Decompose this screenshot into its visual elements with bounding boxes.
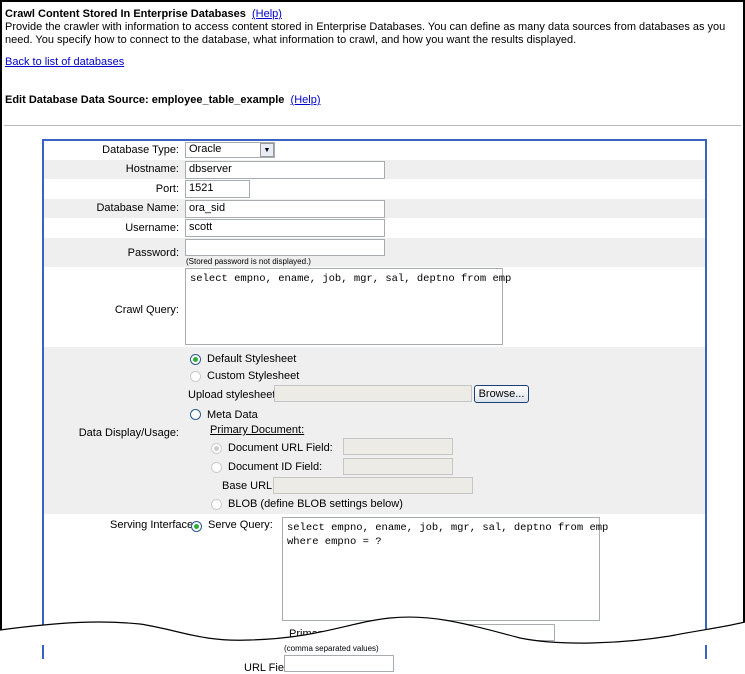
default-stylesheet-label: Default Stylesheet	[207, 353, 297, 365]
blob-label: BLOB (define BLOB settings below)	[228, 498, 403, 510]
form-panel: Database Type: Oracle ▼ Hostname: dbserv…	[42, 139, 707, 674]
default-stylesheet-radio[interactable]	[190, 354, 201, 365]
row-port: Port: 1521	[44, 179, 705, 199]
serve-query-radio[interactable]	[191, 521, 202, 532]
row-password: Password: (Stored password is not displa…	[44, 238, 705, 267]
database-type-select[interactable]: Oracle ▼	[185, 142, 275, 158]
browse-button[interactable]: Browse...	[474, 385, 529, 403]
document-url-field-label: Document URL Field:	[228, 442, 333, 454]
row-database-name: Database Name: ora_sid	[44, 199, 705, 218]
database-name-label: Database Name:	[96, 202, 179, 214]
document-id-field-label: Document ID Field:	[228, 461, 323, 473]
upload-stylesheet-label: Upload stylesheet:	[188, 389, 279, 401]
crawl-query-textarea[interactable]: select empno, ename, job, mgr, sal, dept…	[185, 268, 511, 345]
meta-data-label: Meta Data	[207, 409, 258, 421]
page-header: Crawl Content Stored In Enterprise Datab…	[5, 8, 282, 20]
help-link[interactable]: (Help)	[252, 8, 282, 20]
hostname-label: Hostname:	[125, 163, 179, 175]
custom-stylesheet-label: Custom Stylesheet	[207, 370, 300, 382]
document-url-field-radio[interactable]	[211, 443, 222, 454]
page-description: Provide the crawler with information to …	[5, 21, 726, 46]
document-id-field-radio[interactable]	[211, 462, 222, 473]
database-type-label: Database Type:	[102, 144, 179, 156]
crawl-query-label: Crawl Query:	[114, 304, 179, 316]
document-url-field-input[interactable]	[343, 438, 453, 455]
primary-document-label: Primary Document:	[210, 424, 305, 436]
serve-query-label: Serve Query:	[208, 519, 273, 531]
primary-key-fields-note: (comma separated values)	[284, 644, 379, 653]
divider	[4, 125, 741, 126]
username-input[interactable]: scott	[185, 219, 385, 237]
row-data-display: Data Display/Usage: Default Stylesheet C…	[44, 347, 705, 514]
edit-title: Edit Database Data Source: employee_tabl…	[5, 94, 285, 106]
data-display-label: Data Display/Usage:	[78, 427, 179, 439]
username-label: Username:	[125, 222, 179, 234]
password-input[interactable]	[185, 239, 385, 256]
port-label: Port:	[155, 183, 179, 195]
port-input[interactable]: 1521	[185, 180, 250, 198]
base-url-input[interactable]	[273, 477, 473, 494]
row-database-type: Database Type: Oracle ▼	[44, 141, 705, 160]
upload-stylesheet-input[interactable]	[274, 385, 472, 402]
page-title: Crawl Content Stored In Enterprise Datab…	[5, 8, 246, 20]
meta-data-radio[interactable]	[190, 409, 201, 420]
serving-interface-label: Serving Interface:	[110, 519, 197, 531]
row-hostname: Hostname: dbserver	[44, 160, 705, 179]
blob-radio[interactable]	[211, 499, 222, 510]
database-name-input[interactable]: ora_sid	[185, 200, 385, 218]
password-label: Password:	[127, 247, 179, 259]
url-field-input[interactable]	[284, 655, 394, 672]
custom-stylesheet-radio[interactable]	[190, 371, 201, 382]
edit-help-link[interactable]: (Help)	[291, 94, 321, 106]
base-url-label: Base URL	[222, 480, 273, 492]
chevron-down-icon[interactable]: ▼	[260, 143, 274, 157]
back-to-list-link[interactable]: Back to list of databases	[5, 56, 124, 68]
torn-edge	[0, 616, 745, 645]
database-type-value: Oracle	[189, 143, 222, 155]
row-username: Username: scott	[44, 218, 705, 238]
document-id-field-input[interactable]	[343, 458, 453, 475]
row-crawl-query: Crawl Query: select empno, ename, job, m…	[44, 267, 705, 347]
hostname-input[interactable]: dbserver	[185, 161, 385, 179]
password-note: (Stored password is not displayed.)	[186, 257, 311, 266]
